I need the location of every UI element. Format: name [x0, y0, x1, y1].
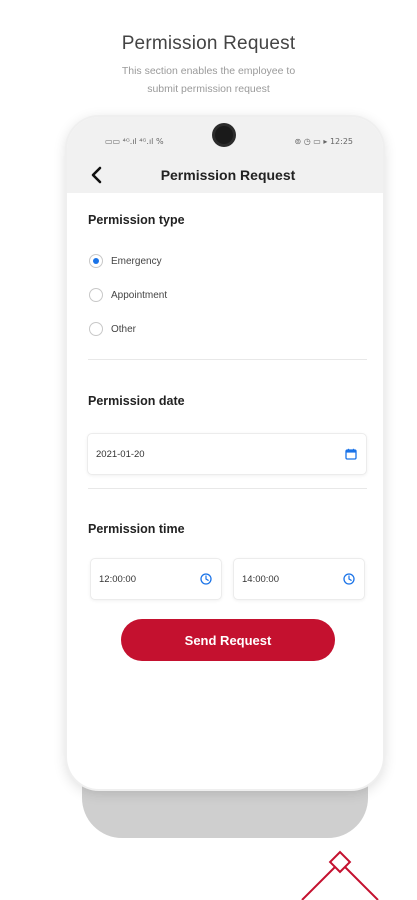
send-request-button[interactable]: Send Request	[121, 619, 335, 661]
promo-subtitle: This section enables the employee to sub…	[0, 62, 417, 98]
phone-mockup: ▭▭ ⁴ᴳ.ıl ⁴ᴳ.ıl % ⊚ ◷ ▭ ▸ 12:25 Permissio…	[67, 117, 383, 789]
permission-date-label: Permission date	[88, 394, 185, 408]
clock-icon[interactable]	[199, 572, 213, 586]
time-to-field[interactable]: 14:00:00	[233, 558, 365, 600]
divider	[88, 359, 367, 360]
status-signal-indicators: ▭▭ ⁴ᴳ.ıl ⁴ᴳ.ıl %	[105, 137, 164, 146]
permission-time-label: Permission time	[88, 522, 185, 536]
promo-subtitle-line-2: submit permission request	[147, 83, 270, 95]
camera-icon	[215, 126, 233, 144]
app-bar: Permission Request	[67, 157, 383, 193]
radio-option-label: Emergency	[111, 255, 162, 267]
calendar-icon[interactable]	[344, 447, 358, 461]
radio-button[interactable]	[89, 322, 103, 336]
permission-type-label: Permission type	[88, 213, 185, 227]
divider	[88, 488, 367, 489]
radio-button[interactable]	[89, 288, 103, 302]
radio-button[interactable]	[89, 254, 103, 268]
page-title: Permission Request	[160, 167, 296, 183]
status-bar: ▭▭ ⁴ᴳ.ıl ⁴ᴳ.ıl % ⊚ ◷ ▭ ▸ 12:25	[67, 117, 383, 157]
time-from-field[interactable]: 12:00:00	[90, 558, 222, 600]
radio-option-label: Appointment	[111, 289, 168, 301]
time-to-value: 14:00:00	[242, 573, 279, 585]
brand-logo-mark	[301, 850, 379, 900]
radio-option-appointment[interactable]: Appointment	[89, 286, 167, 304]
promo-title: Permission Request	[121, 33, 296, 54]
promo-subtitle-line-1: This section enables the employee to	[121, 65, 296, 77]
time-from-value: 12:00:00	[99, 573, 136, 585]
permission-date-value: 2021-01-20	[96, 448, 145, 460]
radio-option-emergency[interactable]: Emergency	[89, 252, 162, 270]
radio-option-label: Other	[111, 323, 137, 335]
radio-option-other[interactable]: Other	[89, 320, 136, 338]
clock-icon[interactable]	[342, 572, 356, 586]
status-right-indicators: ⊚ ◷ ▭ ▸ 12:25	[294, 137, 353, 146]
permission-date-field[interactable]: 2021-01-20	[87, 433, 367, 475]
